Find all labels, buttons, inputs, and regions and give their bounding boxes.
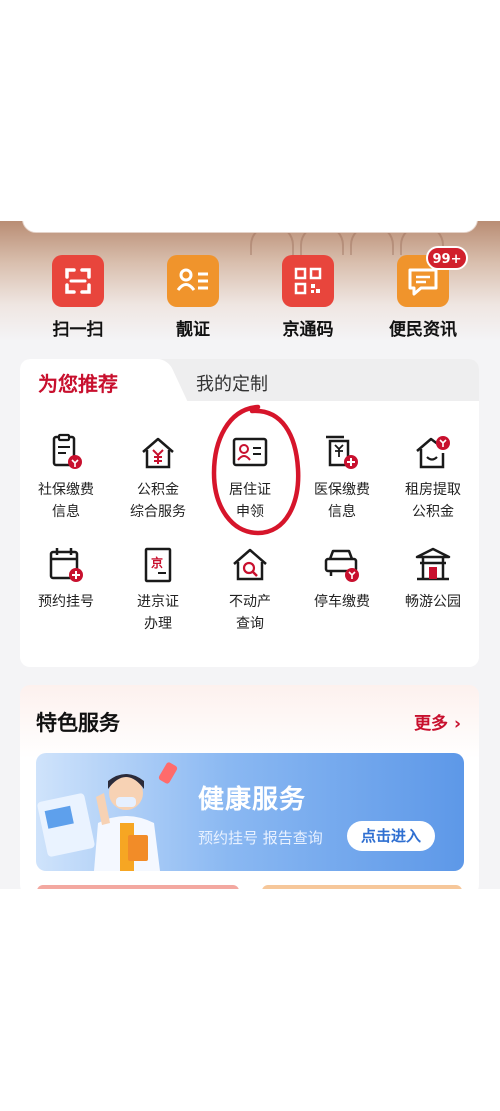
service-rent-withdrawal[interactable]: 租房提取 公积金 <box>387 433 479 523</box>
quick-action-qr-code[interactable]: 京通码 <box>253 255 363 345</box>
quick-action-label: 靓证 <box>176 320 210 340</box>
service-label: 医保缴费 信息 <box>314 482 370 520</box>
beijing-entry-permit-icon: 京 <box>144 547 172 583</box>
app-screen: 扫一扫 靓证 京通码 便民资讯 为您推荐 我的定制 社保缴费 信息 公积金 综合… <box>0 221 500 889</box>
scan-icon <box>52 255 104 307</box>
service-label: 停车缴费 <box>314 594 370 610</box>
notification-badge: 99+ <box>426 246 468 270</box>
social-security-icon <box>52 433 82 469</box>
id-card-icon <box>167 255 219 307</box>
next-card-peek <box>37 885 239 889</box>
park-icon <box>415 547 451 581</box>
parking-icon <box>324 549 359 582</box>
service-label: 不动产 查询 <box>229 594 271 632</box>
service-park[interactable]: 畅游公园 <box>387 545 479 613</box>
medical-insurance-icon <box>326 435 358 469</box>
real-estate-icon <box>233 548 267 581</box>
service-beijing-entry-permit[interactable]: 京 进京证 办理 <box>112 545 204 635</box>
doctor-illustration <box>37 762 178 871</box>
service-label: 预约挂号 <box>38 594 94 610</box>
service-label: 社保缴费 信息 <box>38 482 94 520</box>
chevron-right-icon: › <box>453 714 461 734</box>
service-appointment[interactable]: 预约挂号 <box>20 545 112 613</box>
service-real-estate[interactable]: 不动产 查询 <box>204 545 296 635</box>
recommend-card: 为您推荐 我的定制 社保缴费 信息 公积金 综合服务 居住证 申领 医保缴费 信… <box>20 359 479 667</box>
service-housing-fund[interactable]: 公积金 综合服务 <box>112 433 204 523</box>
featured-title: 特色服务 <box>36 711 120 735</box>
highlight-circle-annotation <box>211 404 301 536</box>
banner-title: 健康服务 <box>198 785 307 815</box>
tab-recommend-label: 为您推荐 <box>38 372 118 396</box>
banner-subtitle: 预约挂号 报告查询 <box>198 829 323 847</box>
housing-fund-icon <box>142 437 174 469</box>
featured-services-card: 特色服务 更多 › 健康服务 预约挂号 报告查询 点击进入 <box>20 685 479 889</box>
more-label: 更多 <box>414 714 449 734</box>
enter-button[interactable]: 点击进入 <box>347 821 435 851</box>
quick-action-id-card[interactable]: 靓证 <box>138 255 248 345</box>
more-link[interactable]: 更多 › <box>414 709 461 734</box>
next-card-peek <box>262 885 462 889</box>
service-parking[interactable]: 停车缴费 <box>296 545 388 613</box>
service-label: 进京证 办理 <box>137 594 179 632</box>
tab-custom[interactable]: 我的定制 <box>196 370 268 396</box>
quick-action-label: 便民资讯 <box>389 320 457 340</box>
quick-action-scan[interactable]: 扫一扫 <box>23 255 133 345</box>
rent-withdrawal-icon <box>416 436 450 469</box>
quick-action-label: 京通码 <box>282 320 334 340</box>
qr-code-icon <box>282 255 334 307</box>
service-medical-insurance[interactable]: 医保缴费 信息 <box>296 433 388 523</box>
appointment-icon <box>49 548 83 582</box>
search-bar[interactable] <box>22 221 478 233</box>
svg-text:京: 京 <box>151 555 163 570</box>
service-label: 租房提取 公积金 <box>405 482 461 520</box>
health-service-banner[interactable]: 健康服务 预约挂号 报告查询 点击进入 <box>36 753 464 871</box>
service-label: 公积金 综合服务 <box>130 482 186 520</box>
service-social-security[interactable]: 社保缴费 信息 <box>20 433 112 523</box>
service-label: 畅游公园 <box>405 594 461 610</box>
quick-action-label: 扫一扫 <box>52 320 104 340</box>
